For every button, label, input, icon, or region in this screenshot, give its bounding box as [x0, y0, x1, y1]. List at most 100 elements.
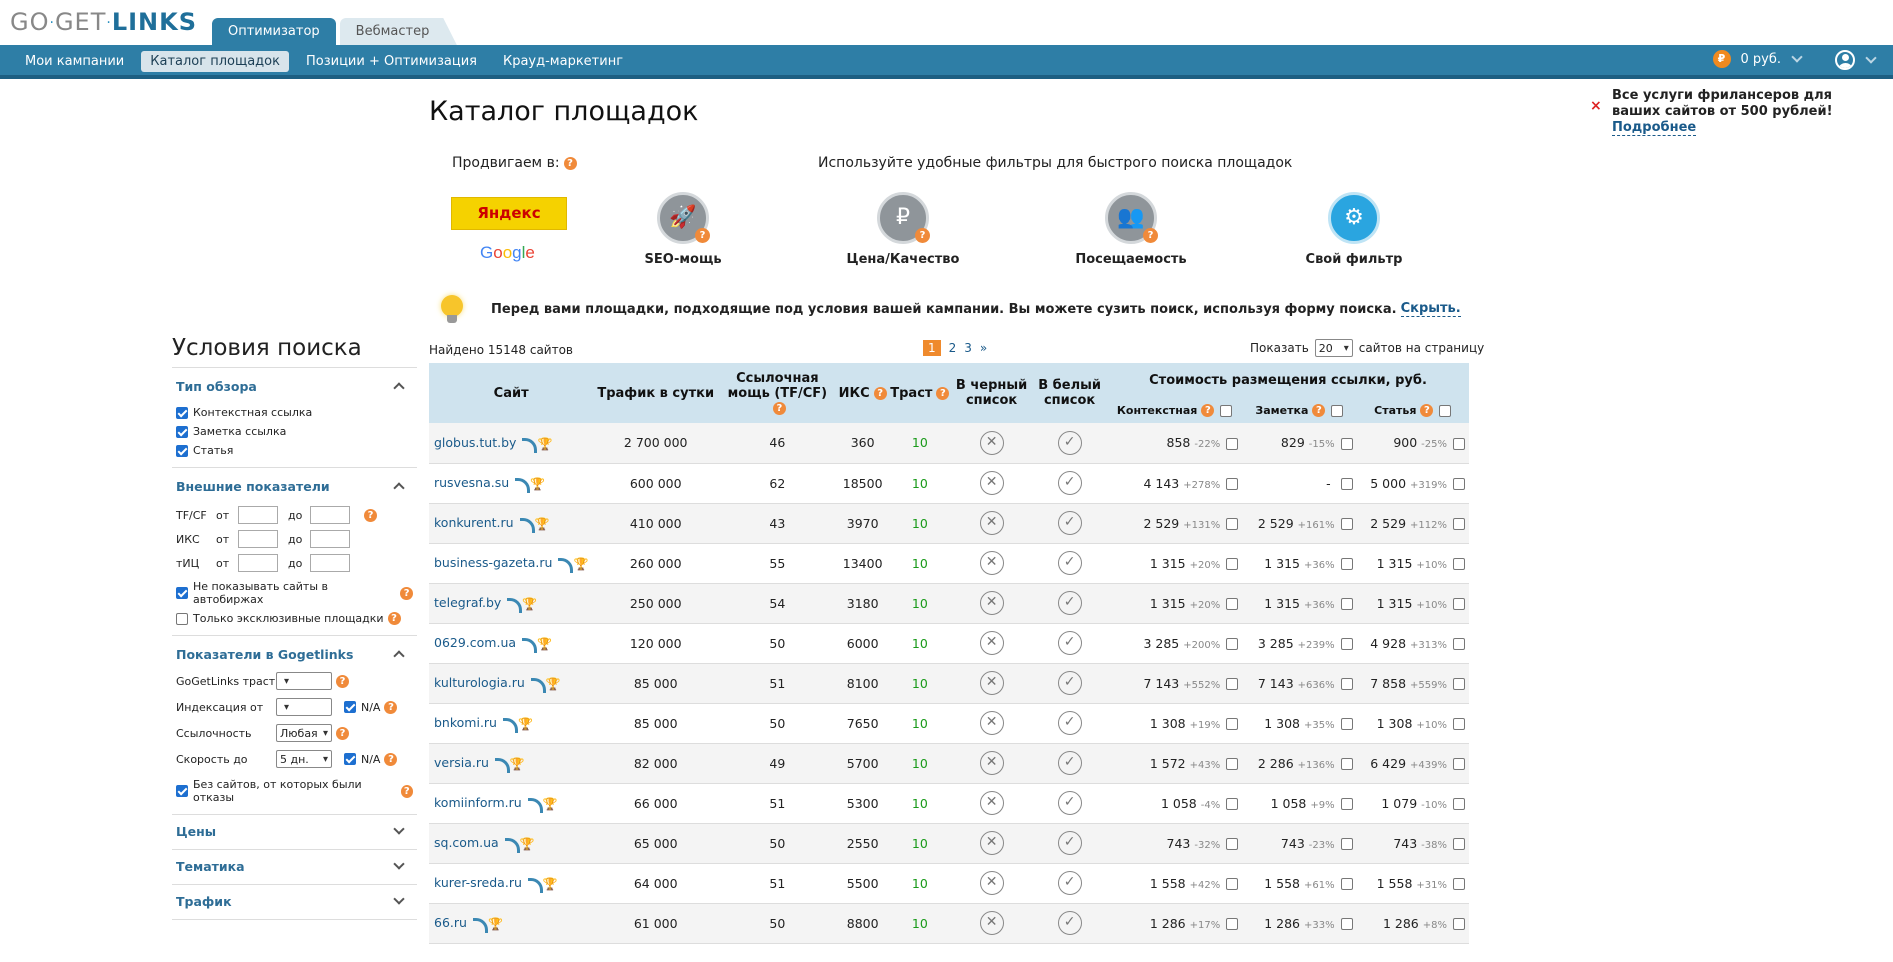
checkbox-speed-na[interactable] [344, 753, 356, 765]
google-button[interactable]: Google [480, 243, 535, 263]
speed-select[interactable]: 5 дн. [276, 750, 332, 768]
blacklist-icon[interactable]: ✕ [979, 631, 1004, 655]
help-icon[interactable]: ? [336, 674, 349, 688]
select-checkbox[interactable] [1340, 558, 1353, 570]
site-link[interactable]: versia.ru [434, 755, 489, 770]
select-checkbox[interactable] [1340, 437, 1353, 450]
page-3[interactable]: 3 [964, 341, 972, 355]
select-checkbox[interactable] [1340, 798, 1353, 810]
select-checkbox[interactable] [1340, 518, 1353, 530]
blacklist-icon[interactable]: ✕ [979, 671, 1004, 695]
col-context[interactable]: Контекстная? [1107, 398, 1243, 423]
whitelist-icon[interactable]: ✓ [1057, 831, 1082, 855]
select-checkbox[interactable] [1340, 838, 1353, 850]
blacklist-icon[interactable]: ✕ [979, 430, 1004, 455]
whitelist-icon[interactable]: ✓ [1057, 511, 1082, 535]
blacklist-icon[interactable]: ✕ [979, 511, 1004, 535]
checkbox-hide-auto[interactable] [176, 587, 188, 599]
hide-link[interactable]: Скрыть. [1400, 301, 1461, 317]
yandex-button[interactable]: Яндекс [451, 197, 567, 230]
blacklist-icon[interactable]: ✕ [979, 471, 1004, 495]
nav-crowd[interactable]: Крауд-маркетинг [494, 51, 632, 72]
filter-price-quality[interactable]: ₽? Цена/Качество [833, 192, 973, 267]
blacklist-icon[interactable]: ✕ [979, 911, 1004, 935]
nav-my-campaigns[interactable]: Мои кампании [16, 51, 133, 72]
trust-select[interactable] [276, 672, 332, 690]
select-checkbox[interactable] [1453, 878, 1465, 890]
page-2[interactable]: 2 [949, 341, 957, 355]
site-link[interactable]: komiinform.ru [434, 795, 522, 810]
select-checkbox[interactable] [1340, 598, 1353, 610]
tab-webmaster[interactable]: Вебмастер [339, 18, 458, 46]
section-header[interactable]: Тип обзора [176, 376, 413, 396]
whitelist-icon[interactable]: ✓ [1057, 751, 1082, 775]
help-icon[interactable]: ? [387, 612, 401, 625]
select-checkbox[interactable] [1340, 918, 1353, 930]
help-icon[interactable]: ? [563, 156, 577, 170]
col-traffic[interactable]: Трафик в сутки [593, 363, 719, 423]
iks-from-input[interactable] [238, 530, 278, 548]
checkbox-context[interactable] [176, 406, 188, 419]
help-icon[interactable]: ? [336, 726, 349, 740]
col-note[interactable]: Заметка? [1242, 398, 1357, 423]
select-checkbox[interactable] [1453, 798, 1465, 810]
site-link[interactable]: bnkomi.ru [434, 715, 497, 730]
help-icon[interactable]: ? [384, 752, 398, 766]
select-checkbox[interactable] [1453, 758, 1465, 770]
site-link[interactable]: business-gazeta.ru [434, 555, 552, 570]
select-checkbox[interactable] [1453, 918, 1465, 930]
checkbox-article[interactable] [176, 444, 188, 457]
help-icon[interactable]: ? [364, 508, 377, 522]
select-checkbox[interactable] [1453, 678, 1465, 690]
tfcf-to-input[interactable] [310, 506, 350, 524]
select-checkbox[interactable] [1340, 758, 1353, 770]
site-link[interactable]: globus.tut.by [434, 435, 516, 450]
select-checkbox[interactable] [1453, 838, 1465, 850]
select-checkbox[interactable] [1453, 638, 1465, 650]
col-article[interactable]: Статья? [1356, 398, 1469, 423]
whitelist-icon[interactable]: ✓ [1057, 591, 1082, 615]
section-header[interactable]: Показатели в Gogetlinks [176, 644, 413, 664]
whitelist-icon[interactable]: ✓ [1057, 430, 1082, 455]
select-checkbox[interactable] [1226, 437, 1239, 450]
whitelist-icon[interactable]: ✓ [1057, 671, 1082, 695]
perpage-select[interactable]: 20 [1314, 339, 1353, 357]
close-icon[interactable]: × [1590, 98, 1602, 114]
whitelist-icon[interactable]: ✓ [1057, 911, 1082, 935]
whitelist-icon[interactable]: ✓ [1057, 871, 1082, 895]
links-select[interactable]: Любая [276, 724, 332, 742]
select-checkbox[interactable] [1226, 598, 1239, 610]
select-checkbox[interactable] [1453, 718, 1465, 730]
blacklist-icon[interactable]: ✕ [979, 791, 1004, 815]
help-icon[interactable]: ? [400, 784, 413, 798]
blacklist-icon[interactable]: ✕ [979, 591, 1004, 615]
next-page[interactable]: » [980, 341, 987, 355]
whitelist-icon[interactable]: ✓ [1057, 791, 1082, 815]
blacklist-icon[interactable]: ✕ [979, 871, 1004, 895]
filter-traffic[interactable]: 👥? Посещаемость [1061, 192, 1201, 267]
tab-optimizer[interactable]: Оптимизатор [212, 18, 336, 46]
select-checkbox[interactable] [1453, 598, 1465, 610]
select-checkbox[interactable] [1226, 478, 1239, 490]
blacklist-icon[interactable]: ✕ [979, 711, 1004, 735]
checkbox-note[interactable] [176, 425, 188, 438]
index-select[interactable] [276, 698, 332, 716]
tic-to-input[interactable] [310, 554, 350, 572]
nav-catalog[interactable]: Каталог площадок [141, 51, 289, 72]
whitelist-icon[interactable]: ✓ [1057, 711, 1082, 735]
page-1[interactable]: 1 [923, 340, 941, 356]
select-checkbox[interactable] [1226, 638, 1239, 650]
col-link-power[interactable]: Ссылочная мощь (TF/CF) ? [718, 363, 837, 423]
filter-seo-power[interactable]: 🚀? SEO-мощь [613, 192, 753, 267]
checkbox-index-na[interactable] [344, 701, 356, 713]
select-checkbox[interactable] [1453, 558, 1465, 570]
select-checkbox[interactable] [1340, 638, 1353, 650]
user-menu[interactable] [1835, 50, 1877, 70]
select-checkbox[interactable] [1453, 518, 1465, 530]
iks-to-input[interactable] [310, 530, 350, 548]
promo-link[interactable]: Подробнее [1612, 120, 1697, 136]
site-link[interactable]: rusvesna.su [434, 475, 509, 490]
select-checkbox[interactable] [1340, 718, 1353, 730]
site-link[interactable]: sq.com.ua [434, 835, 499, 850]
section-header[interactable]: Цены [176, 823, 413, 839]
